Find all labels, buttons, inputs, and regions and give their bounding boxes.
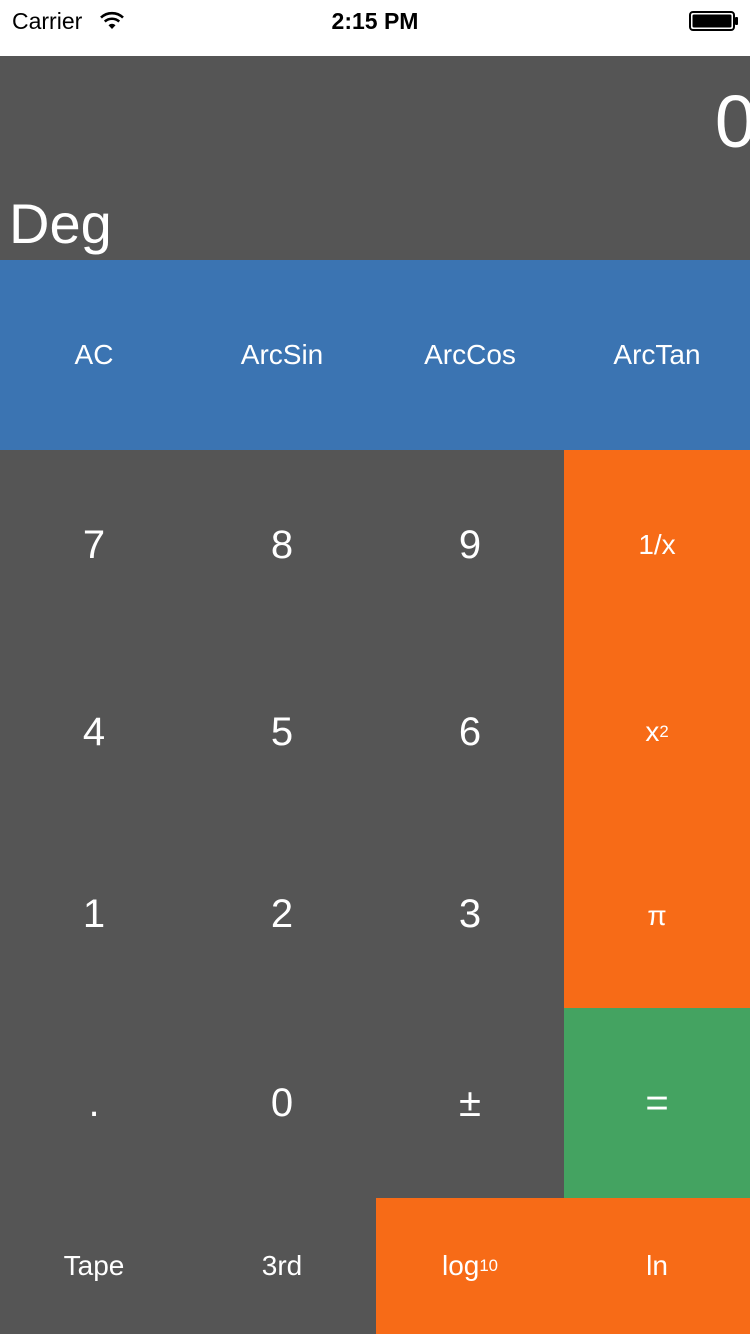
digit-9-button[interactable]: 9 [376, 450, 564, 640]
arctan-button[interactable]: ArcTan [564, 260, 750, 450]
square-exponent-label: 2 [659, 722, 669, 741]
arcsin-button[interactable]: ArcSin [188, 260, 376, 450]
calculator-screen: Carrier 2:15 PM 0 Deg AC ArcSin ArcCos A… [0, 0, 750, 1334]
plus-minus-button[interactable]: ± [376, 1008, 564, 1198]
ac-button[interactable]: AC [0, 260, 188, 450]
arccos-button[interactable]: ArcCos [376, 260, 564, 450]
ln-button[interactable]: ln [564, 1198, 750, 1334]
digit-1-button[interactable]: 1 [0, 824, 188, 1004]
pi-button[interactable]: π [564, 824, 750, 1008]
digit-5-button[interactable]: 5 [188, 640, 376, 824]
equals-button[interactable]: = [564, 1008, 750, 1198]
status-time: 2:15 PM [331, 8, 419, 34]
function-row: AC ArcSin ArcCos ArcTan [0, 260, 750, 450]
digit-7-button[interactable]: 7 [0, 450, 188, 640]
decimal-point-button[interactable]: . [0, 1008, 188, 1198]
tape-button[interactable]: Tape [0, 1198, 188, 1334]
display-value: 0 [714, 80, 750, 163]
log-base-label: log [441, 1250, 480, 1281]
angle-mode-label[interactable]: Deg [9, 194, 112, 254]
square-base-label: x [645, 716, 660, 747]
digit-0-button[interactable]: 0 [188, 1008, 376, 1198]
digit-8-button[interactable]: 8 [188, 450, 376, 640]
log10-button[interactable]: log 10 [376, 1198, 564, 1334]
calculator-display: 0 Deg [0, 56, 750, 260]
third-button[interactable]: 3rd [188, 1198, 376, 1334]
log-subscript-label: 10 [479, 1256, 499, 1275]
digit-4-button[interactable]: 4 [0, 640, 188, 824]
reciprocal-button[interactable]: 1/x [564, 450, 750, 640]
digit-3-button[interactable]: 3 [376, 824, 564, 1004]
digit-6-button[interactable]: 6 [376, 640, 564, 824]
digit-2-button[interactable]: 2 [188, 824, 376, 1004]
square-button[interactable]: x2 [564, 640, 750, 824]
status-bar: Carrier 2:15 PM [0, 0, 750, 56]
battery-icon [689, 11, 738, 31]
